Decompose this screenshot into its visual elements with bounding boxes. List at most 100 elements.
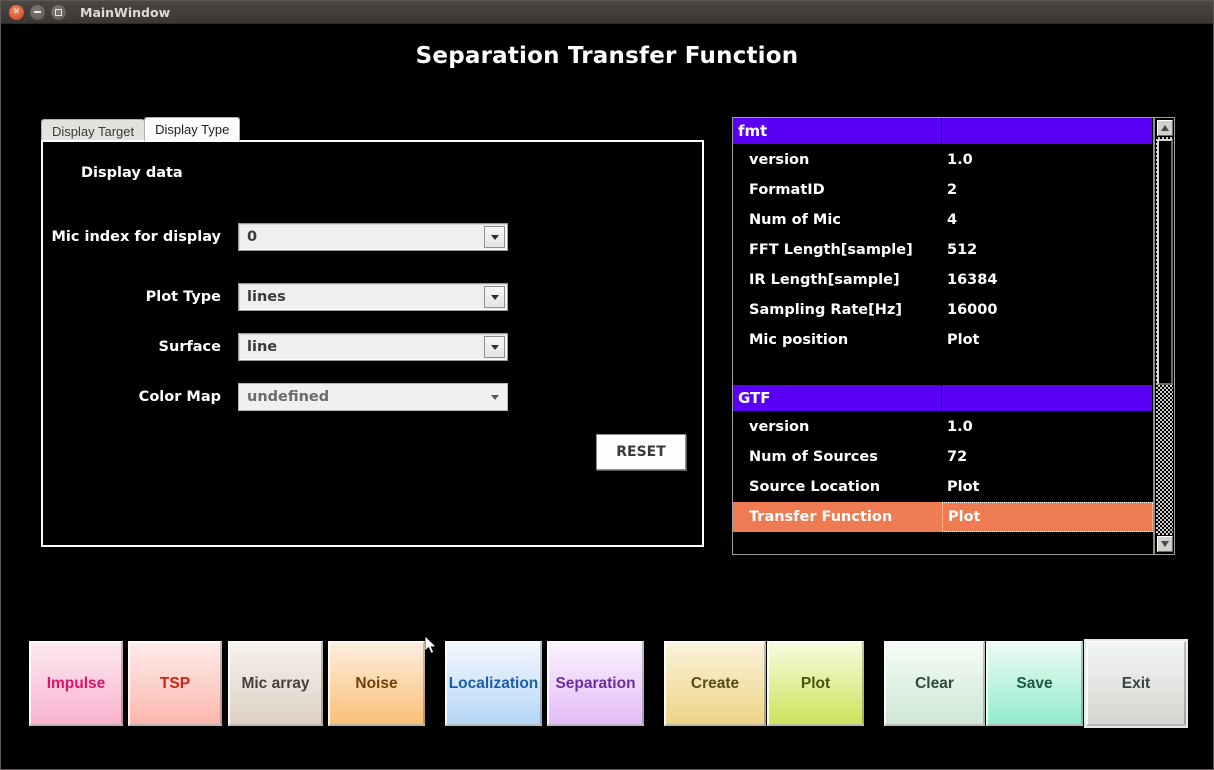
table-row[interactable]: Num of Mic 4 bbox=[733, 205, 1153, 235]
plot-type-select-label: Plot Type bbox=[145, 289, 221, 305]
scroll-down-icon[interactable] bbox=[1157, 536, 1173, 552]
table-cell-key: Sampling Rate[Hz] bbox=[733, 295, 942, 325]
clear-button[interactable]: Clear bbox=[884, 641, 985, 726]
table-cell-key: Mic position bbox=[733, 325, 942, 355]
scrollbar-thumb[interactable] bbox=[1157, 139, 1173, 385]
impulse-button[interactable]: Impulse bbox=[29, 641, 123, 726]
surface-select-row: Surface line bbox=[43, 332, 526, 362]
table-cell-value[interactable]: Plot bbox=[942, 472, 1153, 502]
mic-index-select-label: Mic index for display bbox=[51, 229, 221, 245]
table-cell-value[interactable]: Plot bbox=[942, 502, 1153, 532]
create-button[interactable]: Create bbox=[664, 641, 766, 726]
table-row[interactable]: Num of Sources 72 bbox=[733, 442, 1153, 472]
table-key-label: Mic position bbox=[749, 332, 849, 348]
table-key-label: Num of Sources bbox=[749, 449, 878, 465]
table-key-label: FFT Length[sample] bbox=[749, 242, 913, 258]
mic-index-select-value: 0 bbox=[247, 229, 258, 245]
table-cell-key: IR Length[sample] bbox=[733, 265, 942, 295]
table-row[interactable]: Transfer Function Plot bbox=[733, 502, 1153, 532]
table-row[interactable]: IR Length[sample] 16384 bbox=[733, 265, 1153, 295]
localization-button[interactable]: Localization bbox=[445, 641, 542, 726]
mic-index-select-row: Mic index for display 0 bbox=[43, 222, 526, 252]
surface-select-value: line bbox=[247, 339, 278, 355]
table-key-label: version bbox=[749, 419, 810, 435]
mic-array-button[interactable]: Mic array bbox=[228, 641, 323, 726]
separation-button[interactable]: Separation bbox=[547, 641, 644, 726]
table-key-label: Source Location bbox=[749, 479, 881, 495]
table-row[interactable]: Source Location Plot bbox=[733, 472, 1153, 502]
section-header-label: GTF bbox=[738, 389, 771, 407]
minimize-icon[interactable] bbox=[30, 4, 45, 20]
table-value-label: 16000 bbox=[947, 302, 998, 318]
table-value-label: 512 bbox=[947, 242, 978, 258]
reset-button[interactable]: RESET bbox=[596, 434, 686, 470]
table-row[interactable]: Sampling Rate[Hz] 16000 bbox=[733, 295, 1153, 325]
table-value-label: 4 bbox=[947, 212, 958, 228]
plot-type-select[interactable]: lines bbox=[238, 283, 508, 311]
table-cell-value[interactable]: Plot bbox=[942, 325, 1153, 355]
table-key-label: IR Length[sample] bbox=[749, 272, 900, 288]
color-map-select-row: Color Map undefined bbox=[43, 382, 526, 412]
table-cell-key: Source Location bbox=[733, 472, 942, 502]
display-notebook: Display Target Display Type Display data … bbox=[41, 117, 704, 654]
minimize-glyph bbox=[34, 11, 41, 13]
tab-display-type[interactable]: Display Type bbox=[144, 117, 241, 141]
table-value-label: Plot bbox=[947, 479, 980, 495]
plot-button[interactable]: Plot bbox=[767, 641, 864, 726]
noise-button[interactable]: Noise bbox=[328, 641, 425, 726]
table-cell-key: FormatID bbox=[733, 175, 942, 205]
table-cell-value[interactable]: 16000 bbox=[942, 295, 1153, 325]
chevron-down-icon[interactable] bbox=[484, 286, 505, 308]
save-button[interactable]: Save bbox=[986, 641, 1083, 726]
table-value-label: Plot bbox=[947, 332, 980, 348]
info-table: fmt version 1.0 FormatID 2 Num of Mic 4 FFT Len… bbox=[732, 117, 1175, 555]
section-header-value bbox=[942, 385, 1153, 412]
maximize-glyph bbox=[55, 8, 62, 16]
table-row[interactable]: FormatID 2 bbox=[733, 175, 1153, 205]
table-row[interactable]: version 1.0 bbox=[733, 145, 1153, 175]
close-glyph: ✕ bbox=[12, 6, 21, 17]
maximize-icon[interactable] bbox=[51, 4, 66, 20]
display-type-panel: Display data Mic index for display 0 Plot … bbox=[41, 140, 704, 654]
table-cell-value[interactable]: 512 bbox=[942, 235, 1153, 265]
table-value-label: 72 bbox=[947, 449, 968, 465]
info-table-body: fmt version 1.0 FormatID 2 Num of Mic 4 FFT Len… bbox=[733, 118, 1154, 554]
table-cell-key: version bbox=[733, 412, 942, 442]
table-row[interactable]: version 1.0 bbox=[733, 412, 1153, 442]
table-row[interactable]: FFT Length[sample] 512 bbox=[733, 235, 1153, 265]
action-button-bar: Impulse TSP Mic array Noise Localization Sepa… bbox=[2, 639, 1212, 728]
table-key-label: FormatID bbox=[749, 182, 825, 198]
table-cell-value[interactable]: 16384 bbox=[942, 265, 1153, 295]
chevron-down-icon[interactable] bbox=[484, 336, 505, 358]
table-cell-value[interactable]: 1.0 bbox=[942, 412, 1153, 442]
tsp-button[interactable]: TSP bbox=[128, 641, 222, 726]
section-header-key: GTF bbox=[733, 385, 942, 412]
scroll-up-icon[interactable] bbox=[1157, 120, 1173, 136]
exit-button[interactable]: Exit bbox=[1084, 639, 1188, 728]
table-row[interactable]: Mic position Plot bbox=[733, 325, 1153, 355]
table-value-label: 1.0 bbox=[947, 152, 973, 168]
tab-display-target[interactable]: Display Target bbox=[41, 119, 146, 141]
section-header-label: fmt bbox=[738, 122, 768, 140]
color-map-select[interactable]: undefined bbox=[238, 383, 508, 411]
table-value-label: 1.0 bbox=[947, 419, 973, 435]
table-cell-value[interactable]: 1.0 bbox=[942, 145, 1153, 175]
chevron-down-icon[interactable] bbox=[486, 388, 503, 407]
table-key-label: version bbox=[749, 152, 810, 168]
table-key-label: Num of Mic bbox=[749, 212, 841, 228]
table-spacer bbox=[733, 355, 1153, 385]
close-icon[interactable]: ✕ bbox=[9, 4, 24, 20]
table-section-header: fmt bbox=[733, 118, 1153, 145]
chevron-down-icon[interactable] bbox=[484, 226, 505, 248]
mic-index-select[interactable]: 0 bbox=[238, 223, 508, 251]
table-cell-value[interactable]: 72 bbox=[942, 442, 1153, 472]
surface-select[interactable]: line bbox=[238, 333, 508, 361]
table-cell-value[interactable]: 4 bbox=[942, 205, 1153, 235]
table-cell-value[interactable]: 2 bbox=[942, 175, 1153, 205]
title-bar: ✕ MainWindow bbox=[1, 1, 1213, 24]
info-table-scrollbar[interactable] bbox=[1154, 118, 1174, 554]
color-map-select-value: undefined bbox=[247, 389, 330, 405]
tab-strip: Display Target Display Type bbox=[41, 117, 241, 141]
table-cell-key: version bbox=[733, 145, 942, 175]
window-content: Separation Transfer Function Display Tar… bbox=[2, 25, 1212, 769]
